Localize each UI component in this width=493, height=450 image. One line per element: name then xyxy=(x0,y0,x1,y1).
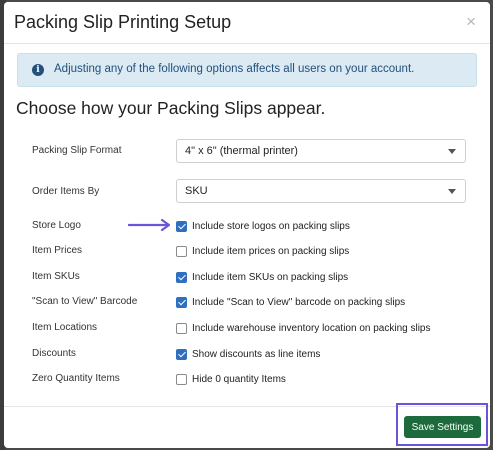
packing-slip-format-select[interactable]: 4" x 6" (thermal printer) xyxy=(176,139,466,163)
scan-to-view-option-label[interactable]: Include "Scan to View" barcode on packin… xyxy=(192,297,405,308)
close-icon[interactable]: × xyxy=(466,13,476,30)
order-items-by-label: Order Items By xyxy=(32,186,100,197)
item-locations-option-label[interactable]: Include warehouse inventory location on … xyxy=(192,323,430,334)
item-prices-label: Item Prices xyxy=(32,245,83,256)
store-logo-label: Store Logo xyxy=(32,220,81,231)
scan-to-view-checkbox[interactable] xyxy=(176,297,187,308)
packing-slip-format-value: 4" x 6" (thermal printer) xyxy=(185,145,298,157)
checkmark-icon xyxy=(178,221,186,230)
item-prices-option-label[interactable]: Include item prices on packing slips xyxy=(192,246,349,257)
discounts-label: Discounts xyxy=(32,348,76,359)
info-alert: i Adjusting any of the following options… xyxy=(17,53,477,87)
zero-quantity-label: Zero Quantity Items xyxy=(32,373,120,384)
section-heading: Choose how your Packing Slips appear. xyxy=(16,98,326,118)
packing-slip-setup-modal: Packing Slip Printing Setup × i Adjustin… xyxy=(4,2,490,448)
modal-header: Packing Slip Printing Setup × xyxy=(4,2,490,44)
item-locations-label: Item Locations xyxy=(32,322,98,333)
info-message: Adjusting any of the following options a… xyxy=(54,63,415,75)
chevron-down-icon xyxy=(448,149,456,154)
checkmark-icon xyxy=(178,272,186,281)
discounts-option-label[interactable]: Show discounts as line items xyxy=(192,349,320,360)
order-items-by-select[interactable]: SKU xyxy=(176,179,466,203)
order-items-by-value: SKU xyxy=(185,185,208,197)
scan-to-view-label: "Scan to View" Barcode xyxy=(32,296,138,307)
checkmark-icon xyxy=(178,297,186,306)
item-skus-label: Item SKUs xyxy=(32,271,80,282)
modal-title: Packing Slip Printing Setup xyxy=(14,12,232,32)
store-logo-option-label[interactable]: Include store logos on packing slips xyxy=(192,221,350,232)
info-circle-icon: i xyxy=(32,64,44,76)
item-skus-checkbox[interactable] xyxy=(176,272,187,283)
zero-quantity-checkbox[interactable] xyxy=(176,374,187,385)
checkmark-icon xyxy=(178,349,186,358)
store-logo-checkbox[interactable] xyxy=(176,221,187,232)
chevron-down-icon xyxy=(448,189,456,194)
discounts-checkbox[interactable] xyxy=(176,349,187,360)
packing-slip-format-label: Packing Slip Format xyxy=(32,145,122,156)
save-settings-button[interactable]: Save Settings xyxy=(404,416,481,438)
item-locations-checkbox[interactable] xyxy=(176,323,187,334)
zero-quantity-option-label[interactable]: Hide 0 quantity Items xyxy=(192,374,286,385)
item-prices-checkbox[interactable] xyxy=(176,246,187,257)
arrow-right-icon xyxy=(128,219,171,231)
item-skus-option-label[interactable]: Include item SKUs on packing slips xyxy=(192,272,348,283)
